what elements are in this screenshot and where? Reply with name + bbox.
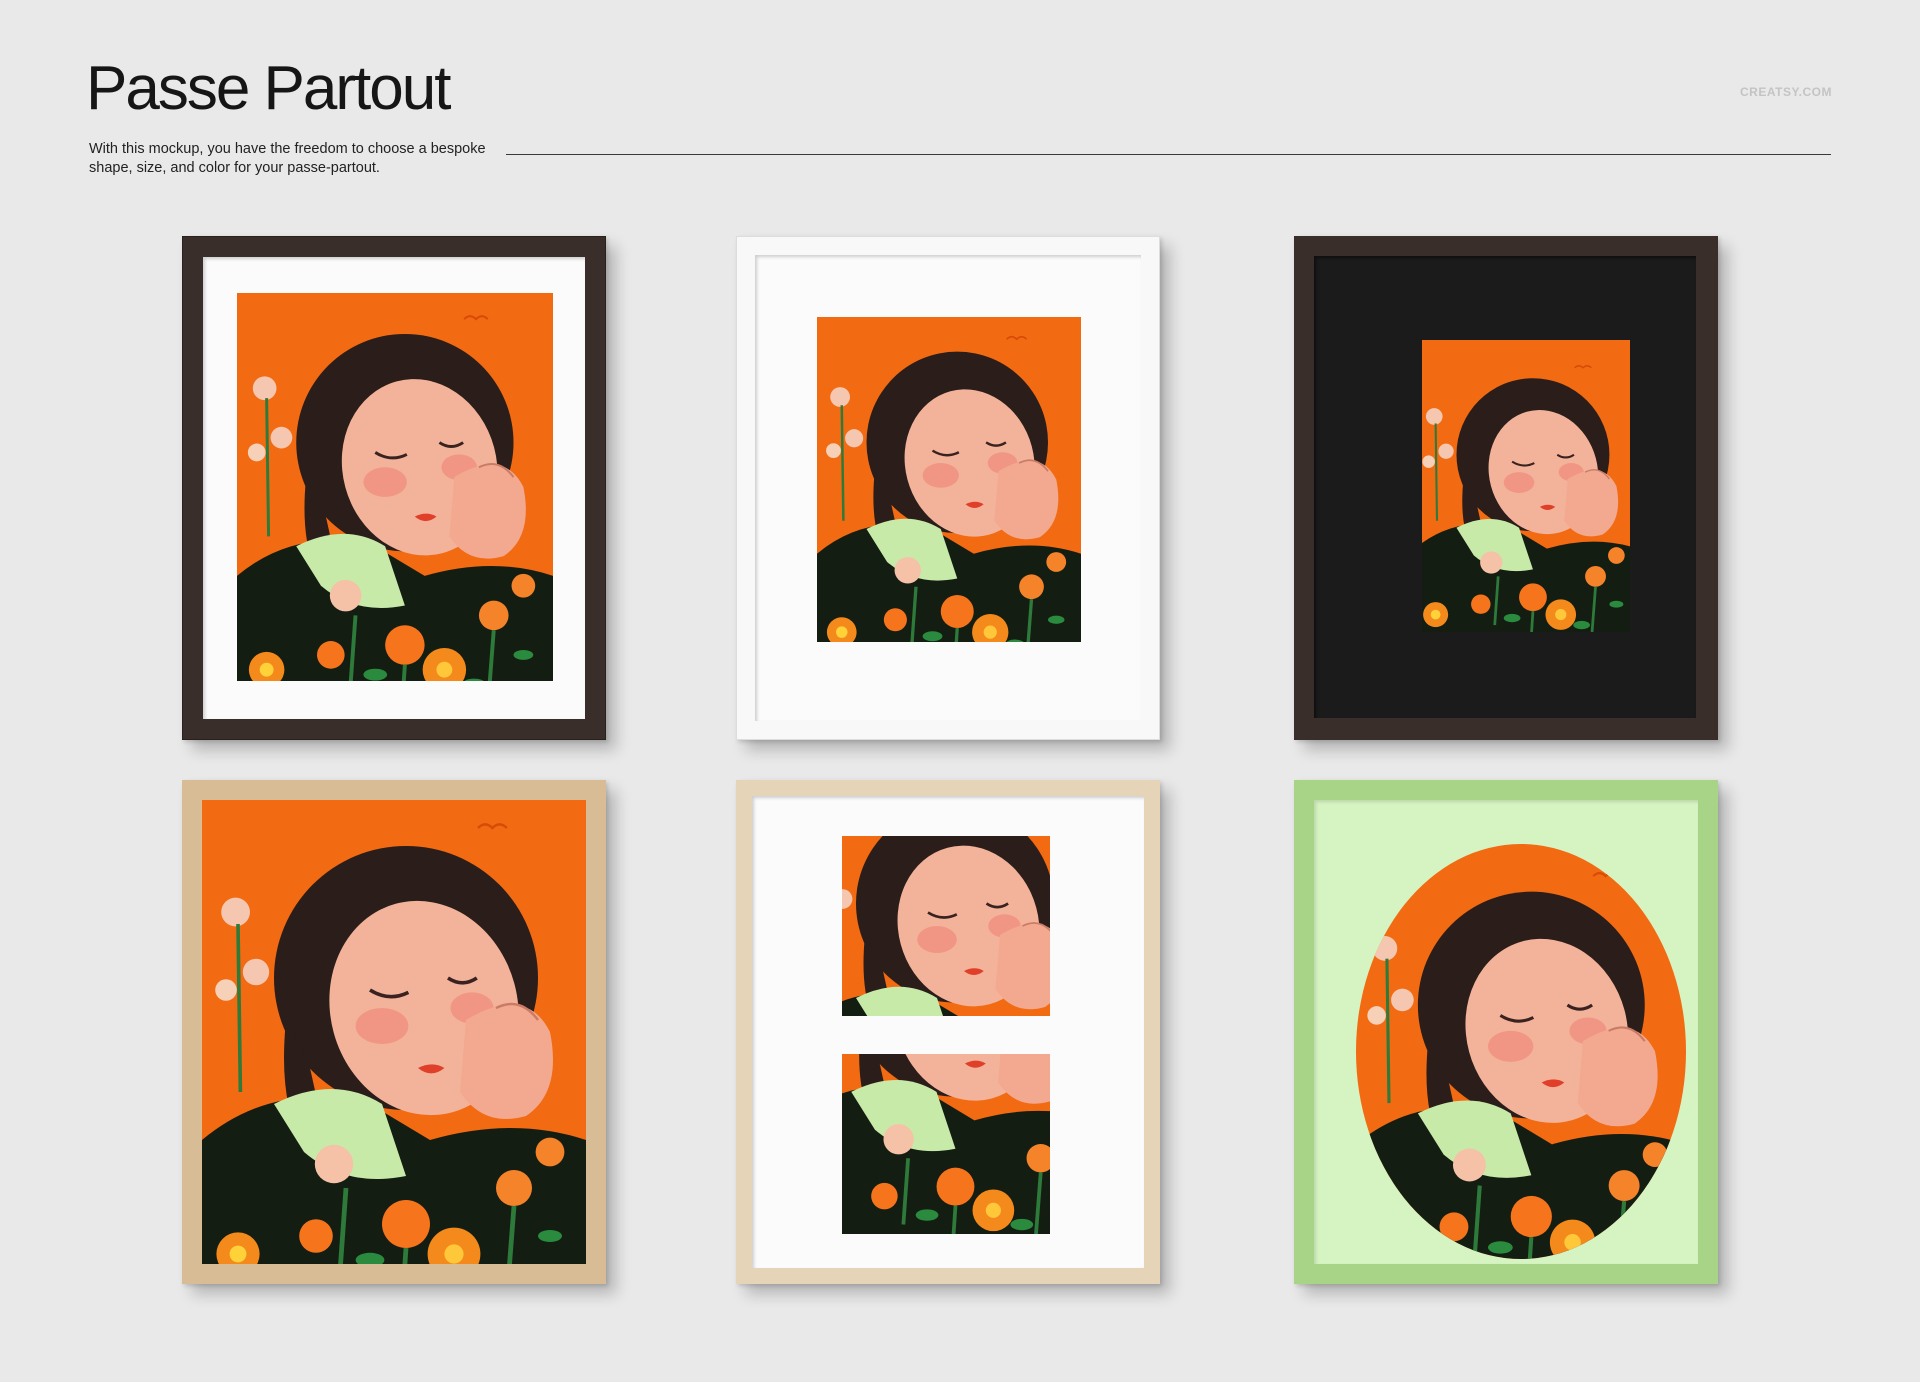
frame-dark-wood-black-mat: [1294, 236, 1718, 740]
page-title: Passe Partout: [86, 54, 451, 123]
frame-oak-no-mat: [182, 780, 606, 1284]
frame-green-oval-mat: [1294, 780, 1718, 1284]
passe-partout-white-double: [752, 796, 1144, 1268]
sleeping-girl-illustration-icon: [202, 800, 586, 1264]
sleeping-girl-illustration-icon: [1422, 340, 1630, 632]
passe-partout-white: [755, 255, 1141, 721]
sleeping-girl-illustration-icon: [817, 317, 1081, 642]
header-divider: [506, 154, 1831, 155]
frame-white-white-mat: [736, 236, 1160, 740]
sleeping-girl-illustration-icon: [842, 1054, 1050, 1234]
frame-birch-double-mat: [736, 780, 1160, 1284]
passe-partout-green: [1314, 800, 1698, 1264]
artwork-image: [1422, 340, 1630, 632]
artwork-image-oval: [1356, 844, 1686, 1259]
artwork-image: [817, 317, 1081, 642]
artwork-image-top: [842, 836, 1050, 1016]
sleeping-girl-illustration-icon: [237, 293, 553, 681]
page-subtitle: With this mockup, you have the freedom t…: [89, 141, 486, 176]
artwork-image: [237, 293, 553, 681]
sleeping-girl-illustration-icon: [842, 836, 1050, 1016]
passe-partout-white: [203, 257, 585, 719]
passe-partout-black: [1314, 256, 1696, 718]
artwork-image: [202, 800, 586, 1264]
sleeping-girl-illustration-icon: [1356, 844, 1686, 1259]
brand-watermark: CREATSY.COM: [1740, 85, 1832, 99]
artwork-image-bottom: [842, 1054, 1050, 1234]
frame-dark-wood-white-mat: [182, 236, 606, 740]
